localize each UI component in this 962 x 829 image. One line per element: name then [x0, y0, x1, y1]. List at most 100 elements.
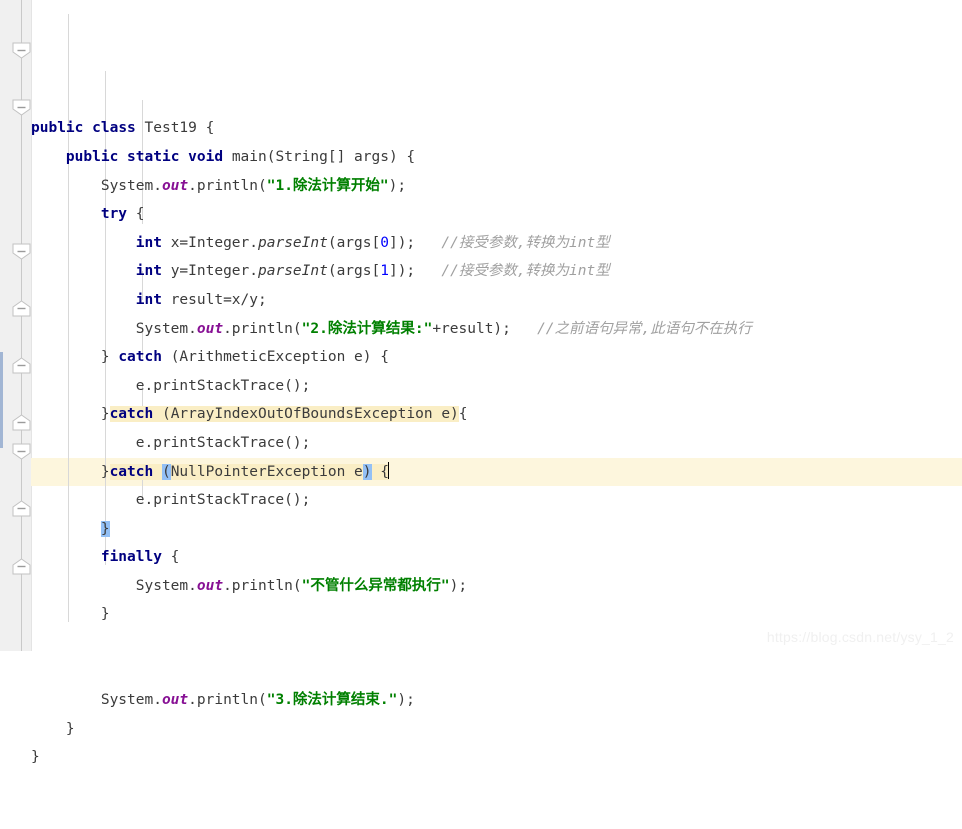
code-line[interactable]: System.out.println("不管什么异常都执行"); — [31, 572, 962, 601]
editor-gutter[interactable] — [0, 0, 32, 651]
fold-collapse-down-icon[interactable] — [12, 443, 31, 460]
code-token: //接受参数,转换为int型 — [441, 263, 610, 280]
code-token: int — [135, 263, 162, 280]
code-token: 0 — [380, 234, 389, 251]
code-line[interactable]: } — [31, 600, 962, 629]
code-token: ]); — [388, 234, 442, 251]
code-line[interactable]: try { — [31, 200, 962, 229]
code-token: (ArrayIndexOutOfBoundsException e) — [153, 406, 459, 423]
code-token: parseInt — [258, 263, 328, 280]
fold-collapse-down-icon[interactable] — [12, 99, 31, 116]
code-line[interactable]: System.out.println("2.除法计算结果:"+result); … — [31, 315, 962, 344]
code-editor[interactable]: public class Test19 { public static void… — [0, 0, 962, 765]
code-token: ( — [161, 463, 171, 480]
code-token: .println( — [223, 320, 302, 337]
vcs-change-bar[interactable] — [0, 352, 3, 448]
code-token: } — [31, 606, 110, 623]
code-token: } — [31, 406, 110, 423]
code-token: parseInt — [258, 234, 328, 251]
code-token: } — [31, 749, 40, 766]
code-token: +result); — [432, 320, 538, 337]
code-line-text: int y=Integer.parseInt(args[1]); //接受参数,… — [31, 263, 610, 279]
code-token — [153, 463, 162, 480]
code-token: public — [65, 148, 119, 165]
code-token: .println( — [188, 177, 267, 194]
code-line[interactable]: e.printStackTrace(); — [31, 429, 962, 458]
code-token: ) — [362, 463, 372, 480]
gutter-divider-line — [21, 0, 22, 651]
code-line-text: int x=Integer.parseInt(args[0]); //接受参数,… — [31, 235, 610, 251]
code-line[interactable]: } catch (ArithmeticException e) { — [31, 343, 962, 372]
code-line[interactable]: }catch (ArrayIndexOutOfBoundsException e… — [31, 400, 962, 429]
code-token: e.printStackTrace(); — [31, 492, 311, 509]
code-line[interactable]: int result=x/y; — [31, 286, 962, 315]
code-line[interactable]: int y=Integer.parseInt(args[1]); //接受参数,… — [31, 257, 962, 286]
code-line[interactable]: System.out.println("3.除法计算结束."); — [31, 686, 962, 715]
code-token: "2.除法计算结果:" — [301, 320, 433, 337]
code-line-text: System.out.println("2.除法计算结果:"+result); … — [31, 321, 752, 337]
code-token: out — [196, 577, 224, 594]
code-token: "3.除法计算结束." — [266, 692, 398, 709]
code-line[interactable]: } — [31, 743, 962, 772]
code-token: result=x/y; — [161, 291, 267, 308]
code-token: e.printStackTrace(); — [31, 434, 311, 451]
code-lines[interactable]: public class Test19 { public static void… — [31, 114, 962, 772]
code-token: void — [188, 148, 224, 165]
code-token: static — [127, 148, 180, 165]
code-token: 1 — [380, 263, 389, 280]
code-token: } — [100, 520, 110, 537]
code-token: catch — [109, 463, 154, 480]
code-token: //之前语句异常,此语句不在执行 — [537, 320, 752, 337]
code-token: ]); — [388, 263, 442, 280]
code-line-text: int result=x/y; — [31, 292, 267, 308]
text-caret — [387, 461, 389, 479]
code-token: e.printStackTrace(); — [31, 377, 311, 394]
code-line[interactable]: public class Test19 { — [31, 114, 962, 143]
code-line[interactable]: e.printStackTrace(); — [31, 372, 962, 401]
code-line-text: try { — [31, 206, 145, 222]
code-line-text: }catch (NullPointerException e) { — [31, 461, 389, 480]
code-line[interactable]: int x=Integer.parseInt(args[0]); //接受参数,… — [31, 229, 962, 258]
code-token: //接受参数,转换为int型 — [441, 234, 610, 251]
fold-collapse-up-icon[interactable] — [12, 414, 31, 431]
code-line[interactable]: }catch (NullPointerException e) { — [31, 457, 962, 487]
code-line[interactable]: finally { — [31, 543, 962, 572]
code-token: catch — [109, 406, 154, 423]
code-token: public — [31, 120, 84, 137]
code-token: Test19 { — [135, 120, 215, 137]
code-token: "1.除法计算开始" — [266, 177, 389, 194]
fold-collapse-up-icon[interactable] — [12, 357, 31, 374]
fold-collapse-down-icon[interactable] — [12, 42, 31, 59]
code-token: out — [196, 320, 224, 337]
code-text-area[interactable]: public class Test19 { public static void… — [31, 0, 962, 765]
code-line[interactable]: } — [31, 515, 962, 544]
code-line[interactable]: System.out.println("1.除法计算开始"); — [31, 172, 962, 201]
code-token: { — [458, 406, 468, 423]
code-line[interactable]: e.printStackTrace(); — [31, 486, 962, 515]
code-token: System. — [31, 577, 197, 594]
code-token: "不管什么异常都执行" — [301, 577, 450, 594]
code-line[interactable] — [31, 658, 962, 687]
code-token: ); — [449, 577, 468, 594]
fold-collapse-up-icon[interactable] — [12, 300, 31, 317]
code-token: { — [371, 463, 389, 480]
fold-collapse-up-icon[interactable] — [12, 500, 31, 517]
code-line-text: e.printStackTrace(); — [31, 377, 311, 394]
code-token: int — [135, 291, 162, 308]
code-token: (args[ — [327, 234, 381, 251]
code-line[interactable]: } — [31, 715, 962, 744]
code-token: int — [135, 234, 162, 251]
code-line-text: } — [31, 721, 75, 737]
fold-collapse-down-icon[interactable] — [12, 243, 31, 260]
code-line[interactable]: public static void main(String[] args) { — [31, 143, 962, 172]
fold-collapse-up-icon[interactable] — [12, 558, 31, 575]
